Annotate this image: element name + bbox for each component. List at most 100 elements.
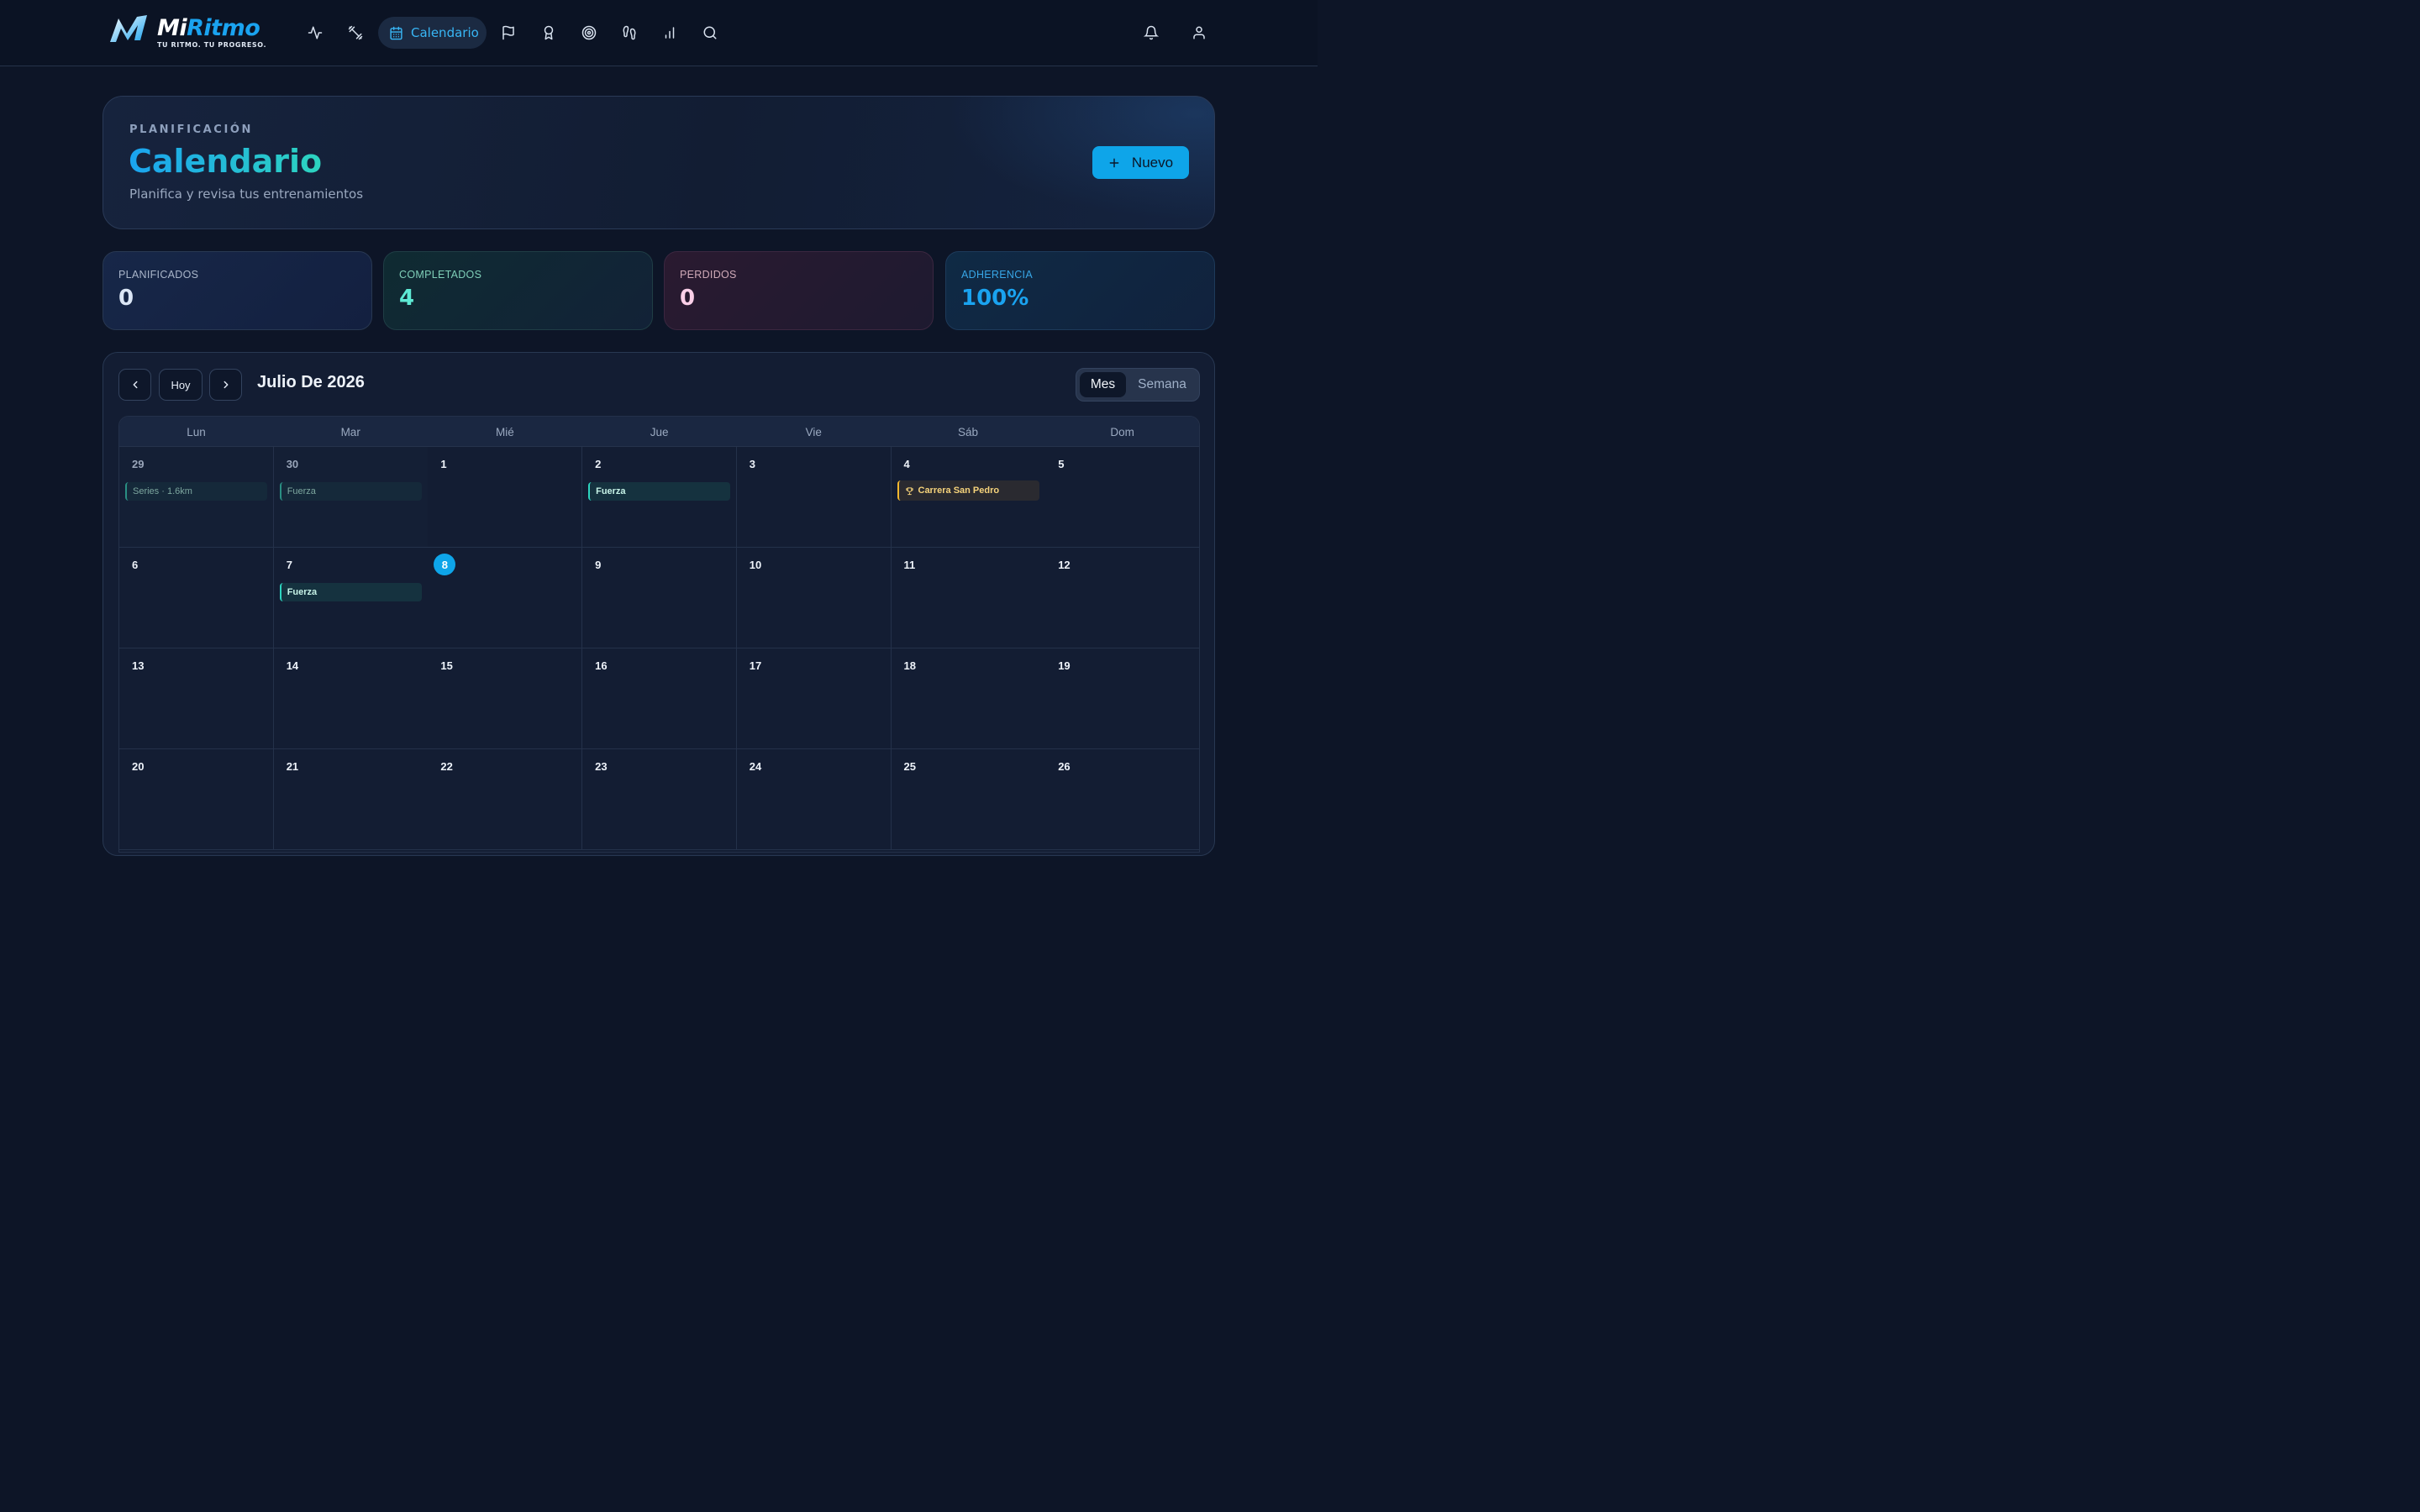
nav-calendar-label: Calendario: [411, 25, 479, 40]
weekday-label: Lun: [187, 425, 206, 438]
day-number: 21: [286, 760, 299, 773]
trophy-icon: [905, 486, 913, 495]
day-cell[interactable]: 13: [119, 648, 274, 749]
weekday-label: Sáb: [957, 425, 979, 438]
view-month-option[interactable]: Mes: [1080, 372, 1126, 397]
new-workout-button[interactable]: Nuevo: [1092, 146, 1189, 179]
day-cell[interactable]: 29 Series · 1.6km: [119, 447, 274, 548]
weekday-label: Dom: [1110, 425, 1134, 438]
stat-label: PERDIDOS: [680, 269, 737, 281]
day-number: 22: [440, 760, 453, 773]
workout-event[interactable]: Fuerza: [279, 583, 422, 601]
today-button[interactable]: Hoy: [159, 369, 203, 401]
event-label: Fuerza: [596, 486, 626, 496]
section-eyebrow: PLANIFICACIÓN: [129, 123, 254, 136]
day-cell[interactable]: 18: [891, 648, 1046, 749]
day-number: 19: [1058, 659, 1071, 672]
day-number: 18: [903, 659, 916, 672]
stat-label: PLANIFICADOS: [118, 269, 199, 281]
day-cell[interactable]: 1: [428, 447, 583, 548]
day-cell[interactable]: 23: [582, 749, 738, 850]
day-cell[interactable]: 2 Fuerza: [582, 447, 738, 548]
day-cell[interactable]: 9: [582, 548, 738, 648]
workout-event[interactable]: Series · 1.6km: [125, 482, 267, 501]
day-number: 2: [595, 458, 602, 470]
day-number: 23: [595, 760, 608, 773]
day-cell[interactable]: 30 Fuerza: [273, 447, 429, 548]
workout-event[interactable]: Fuerza: [588, 482, 731, 501]
day-cell[interactable]: 3: [736, 447, 892, 548]
day-cell[interactable]: 20: [119, 749, 274, 850]
day-cell[interactable]: 22: [428, 749, 583, 850]
weekday-label: Vie: [805, 425, 822, 438]
event-label: Series · 1.6km: [133, 486, 192, 496]
stat-card-missed: PERDIDOS 0: [664, 251, 934, 330]
day-cell[interactable]: 26: [1045, 749, 1199, 850]
event-label: Fuerza: [287, 486, 316, 496]
stat-value: 4: [399, 286, 415, 311]
next-month-button[interactable]: [209, 369, 242, 401]
workout-event[interactable]: Fuerza: [279, 482, 422, 501]
day-cell[interactable]: 24: [736, 749, 892, 850]
day-number: 25: [903, 760, 916, 773]
notifications-bell-icon[interactable]: [1138, 19, 1165, 46]
day-cell[interactable]: 6: [119, 548, 274, 648]
previous-month-button[interactable]: [118, 369, 151, 401]
day-number: 15: [440, 659, 453, 672]
day-cell[interactable]: 19: [1045, 648, 1199, 749]
day-cell[interactable]: 16: [582, 648, 738, 749]
user-profile-icon[interactable]: [1186, 19, 1213, 46]
day-cell[interactable]: 5: [1045, 447, 1199, 548]
day-number: 30: [286, 458, 299, 470]
day-cell[interactable]: 11: [891, 548, 1046, 648]
day-number: 6: [132, 559, 139, 571]
app-logo[interactable]: MiRitmo TU RITMO. TU PROGRESO.: [108, 13, 276, 52]
logo-tagline: TU RITMO. TU PROGRESO.: [157, 41, 267, 49]
calendar-icon: [390, 26, 402, 39]
stat-card-planned: PLANIFICADOS 0: [103, 251, 372, 330]
day-number: 11: [903, 559, 916, 571]
day-number: 16: [595, 659, 608, 672]
day-cell[interactable]: 17: [736, 648, 892, 749]
day-cell[interactable]: 15: [428, 648, 583, 749]
day-number: 9: [595, 559, 602, 571]
calendar-panel: Hoy Julio De 2026 Mes Semana Lun Mar Mié Ju…: [103, 352, 1215, 856]
day-number: 12: [1058, 559, 1071, 571]
day-number: 20: [132, 760, 145, 773]
nav-dumbbell-icon[interactable]: [342, 19, 369, 46]
day-cell[interactable]: 4 Carrera San Pedro: [891, 447, 1046, 548]
day-number: 17: [749, 659, 762, 672]
nav-search-icon[interactable]: [697, 19, 723, 46]
day-cell[interactable]: 7 Fuerza: [273, 548, 429, 648]
nav-calendar-tab[interactable]: Calendario: [378, 17, 487, 49]
day-cell[interactable]: 21: [273, 749, 429, 850]
day-cell[interactable]: 25: [891, 749, 1046, 850]
day-number: 24: [749, 760, 762, 773]
plus-icon: [1109, 158, 1119, 167]
day-number: 3: [749, 458, 756, 470]
nav-footprints-icon[interactable]: [616, 19, 643, 46]
nav-flag-icon[interactable]: [495, 19, 522, 46]
nav-target-icon[interactable]: [576, 19, 602, 46]
day-number: 5: [1058, 458, 1065, 470]
nav-award-icon[interactable]: [535, 19, 562, 46]
stat-card-completed: COMPLETADOS 4: [383, 251, 653, 330]
nav-bar-chart-icon[interactable]: [656, 19, 683, 46]
day-number: 4: [903, 458, 910, 470]
nav-activity-icon[interactable]: [302, 19, 329, 46]
day-cell[interactable]: 8: [428, 548, 583, 648]
new-button-label: Nuevo: [1131, 154, 1174, 171]
view-week-option[interactable]: Semana: [1128, 372, 1196, 397]
page-title: Calendario: [129, 140, 322, 182]
view-toggle: Mes Semana: [1076, 368, 1200, 402]
day-number: 10: [749, 559, 762, 571]
page-header-card: PLANIFICACIÓN Calendario Planifica y rev…: [103, 96, 1215, 229]
weekday-header-row: Lun Mar Mié Jue Vie Sáb Dom: [119, 417, 1199, 447]
day-cell[interactable]: 10: [736, 548, 892, 648]
day-cell[interactable]: 14: [273, 648, 429, 749]
day-cell[interactable]: 12: [1045, 548, 1199, 648]
month-title: Julio De 2026: [257, 373, 365, 391]
race-event[interactable]: Carrera San Pedro: [897, 480, 1039, 501]
chevron-left-icon: [133, 381, 137, 389]
day-number: 26: [1058, 760, 1071, 773]
